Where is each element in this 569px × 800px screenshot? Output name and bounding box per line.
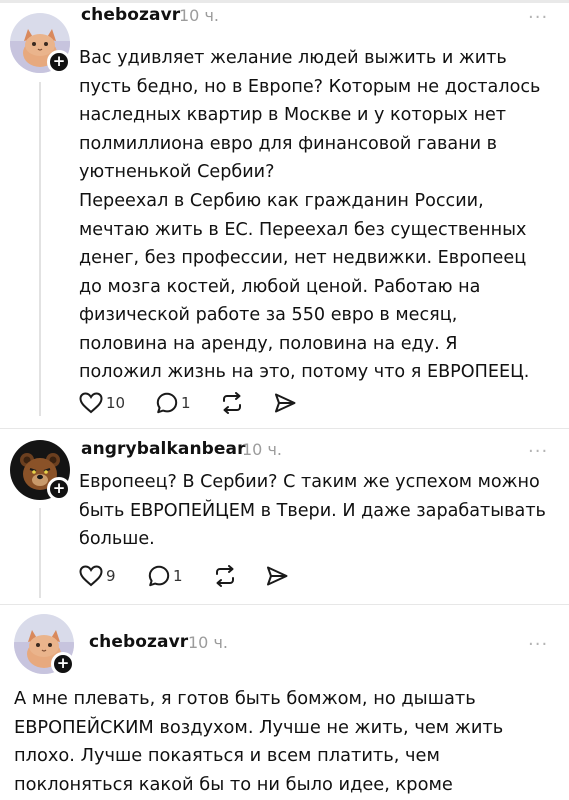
follow-plus-button[interactable]: +	[47, 477, 71, 501]
timestamp: 10 ч.	[179, 6, 219, 25]
post-text: А мне плевать, я готов быть бомжом, но д…	[14, 688, 504, 795]
username[interactable]: chebozavr	[89, 632, 188, 652]
follow-plus-button[interactable]: +	[51, 652, 75, 676]
timestamp: 10 ч.	[188, 633, 228, 652]
like-button[interactable]: 10	[79, 390, 125, 416]
top-divider	[0, 0, 569, 3]
send-icon	[275, 393, 296, 413]
comment-icon	[148, 565, 170, 587]
like-count: 10	[106, 394, 126, 412]
thread-line	[39, 508, 41, 598]
timestamp: 10 ч.	[242, 440, 282, 459]
reply-count: 1	[173, 567, 183, 585]
like-count: 9	[106, 567, 116, 585]
separator	[0, 604, 569, 605]
separator	[0, 428, 569, 429]
repost-button[interactable]	[220, 390, 244, 416]
username[interactable]: chebozavr	[81, 5, 180, 25]
follow-plus-button[interactable]: +	[47, 50, 71, 74]
repost-icon	[223, 392, 241, 414]
repost-button[interactable]	[213, 563, 237, 589]
post-text: Европеец? В Сербии? С таким же успехом м…	[79, 472, 546, 549]
heart-icon	[79, 565, 103, 587]
reply-button[interactable]: 1	[148, 563, 183, 589]
like-button[interactable]: 9	[79, 563, 116, 589]
more-options-icon[interactable]: ···	[528, 443, 548, 461]
more-options-icon[interactable]: ···	[528, 9, 548, 27]
username[interactable]: angrybalkanbear	[81, 439, 246, 459]
reply-count: 1	[181, 394, 191, 412]
reply-button[interactable]: 1	[156, 390, 191, 416]
more-options-icon[interactable]: ···	[528, 636, 548, 654]
send-icon	[267, 566, 288, 586]
share-button[interactable]	[265, 563, 289, 589]
heart-icon	[79, 392, 103, 414]
comment-icon	[156, 392, 178, 414]
post-text: Вас удивляет желание людей выжить и жить…	[79, 48, 541, 182]
repost-icon	[216, 565, 234, 587]
post-text: Переехал в Сербию как гражданин России, …	[79, 191, 530, 382]
share-button[interactable]	[273, 390, 297, 416]
thread-line	[39, 82, 41, 416]
